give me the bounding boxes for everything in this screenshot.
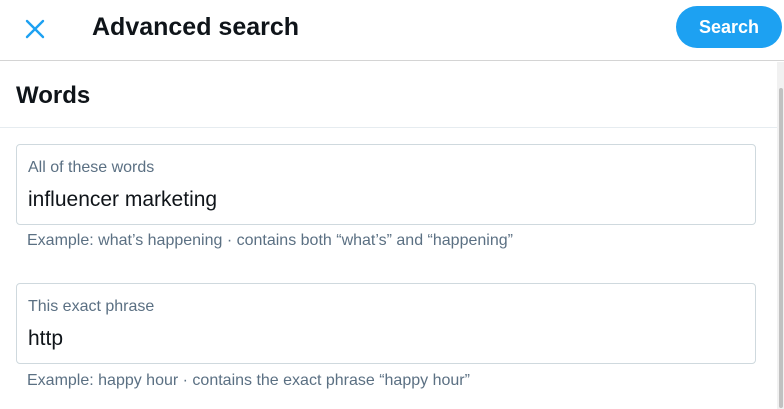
all-words-input[interactable] [28,185,743,215]
section-title: Words [16,82,91,109]
exact-phrase-hint: Example: happy hour · contains the exact… [27,372,470,389]
all-words-field[interactable]: All of these words [16,144,756,225]
close-icon [25,19,45,39]
exact-phrase-input[interactable] [28,324,743,354]
exact-phrase-field[interactable]: This exact phrase [16,283,756,364]
close-button[interactable] [14,8,56,50]
advanced-search-page: Advanced search Search Words All of thes… [0,0,784,409]
header-bar: Advanced search Search [0,0,784,61]
scrollbar-thumb[interactable] [779,88,783,408]
all-words-hint: Example: what’s happening · contains bot… [27,232,513,249]
words-section-header: Words [0,62,777,128]
all-words-label: All of these words [28,159,155,176]
page-title: Advanced search [92,13,300,41]
exact-phrase-label: This exact phrase [28,298,155,315]
search-button[interactable]: Search [676,6,782,48]
